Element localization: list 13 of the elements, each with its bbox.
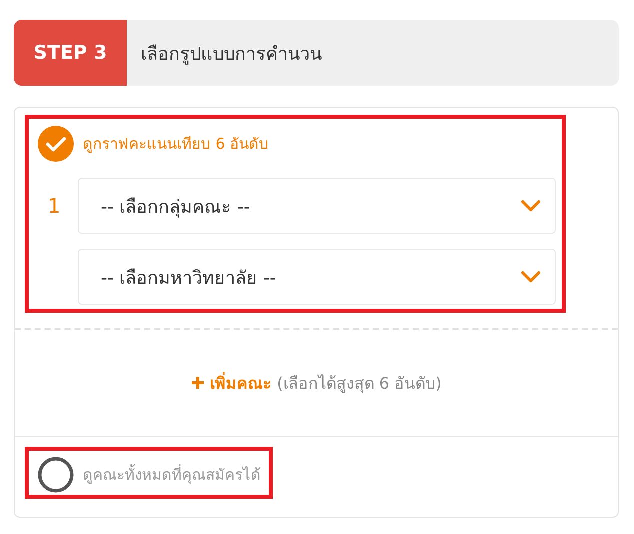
chevron-down-icon — [521, 271, 541, 283]
add-faculty-link[interactable]: เพิ่มคณะ — [210, 370, 272, 396]
add-limit-note: (เลือกได้สูงสุด 6 อันดับ) — [277, 372, 442, 396]
checked-radio-icon[interactable] — [38, 126, 74, 162]
step-badge: STEP 3 — [14, 20, 127, 86]
chevron-down-icon — [521, 200, 541, 212]
dropdown-field[interactable]: -- เลือกกลุ่มคณะ -- — [78, 178, 556, 234]
step-title: เลือกรูปแบบการคำนวน — [140, 42, 322, 67]
dropdown-field[interactable]: -- เลือกมหาวิทยาลัย -- — [78, 249, 556, 305]
option-label[interactable]: ดูกราฟคะแนนเทียบ 6 อันดับ — [83, 132, 270, 156]
plus-icon[interactable] — [191, 376, 206, 390]
row-number: 1 — [47, 194, 62, 218]
unchecked-radio-icon[interactable] — [38, 457, 74, 493]
